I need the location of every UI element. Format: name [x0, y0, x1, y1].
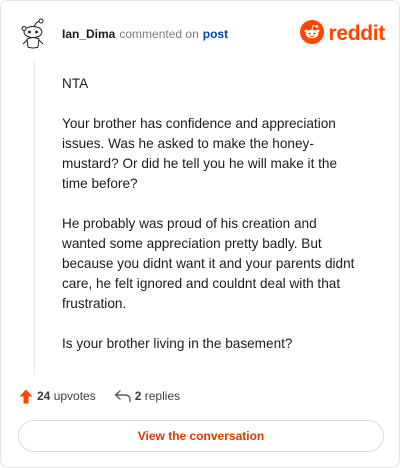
upvote-arrow-icon — [19, 389, 33, 404]
comment-paragraph: He probably was proud of his creation an… — [62, 216, 355, 311]
upvotes-count: 24 — [37, 389, 51, 403]
upvotes-stat[interactable]: 24 upvotes — [19, 389, 96, 404]
snoo-avatar-icon[interactable] — [19, 17, 49, 51]
comment-body: NTA Your brother has confidence and appr… — [62, 74, 362, 354]
replies-stat[interactable]: 2 replies — [96, 389, 180, 403]
reddit-brand[interactable]: reddit — [300, 19, 385, 49]
comment-header: Ian_Dima commented on post reddit — [1, 1, 400, 65]
reply-arrow-icon — [114, 389, 132, 403]
replies-count: 2 — [134, 389, 142, 403]
comment-card: Ian_Dima commented on post reddit NTA Yo… — [0, 0, 400, 468]
reddit-logo-icon — [300, 19, 325, 49]
replies-label: replies — [144, 389, 181, 403]
post-link[interactable]: post — [203, 27, 228, 41]
upvotes-label: upvotes — [53, 389, 96, 403]
comment-stats: 24 upvotes 2 replies — [19, 387, 180, 405]
username-link[interactable]: Ian_Dima — [62, 27, 115, 41]
comment-meta: Ian_Dima commented on post — [62, 26, 228, 42]
comment-paragraph: Is your brother living in the basement? — [62, 336, 293, 351]
thread-line — [34, 61, 35, 374]
comment-paragraph: Your brother has confidence and apprecia… — [62, 116, 338, 191]
reddit-wordmark: reddit — [328, 22, 385, 45]
action-text: commented on — [119, 27, 199, 41]
comment-paragraph: NTA — [62, 76, 89, 91]
view-conversation-button[interactable]: View the conversation — [18, 420, 384, 452]
